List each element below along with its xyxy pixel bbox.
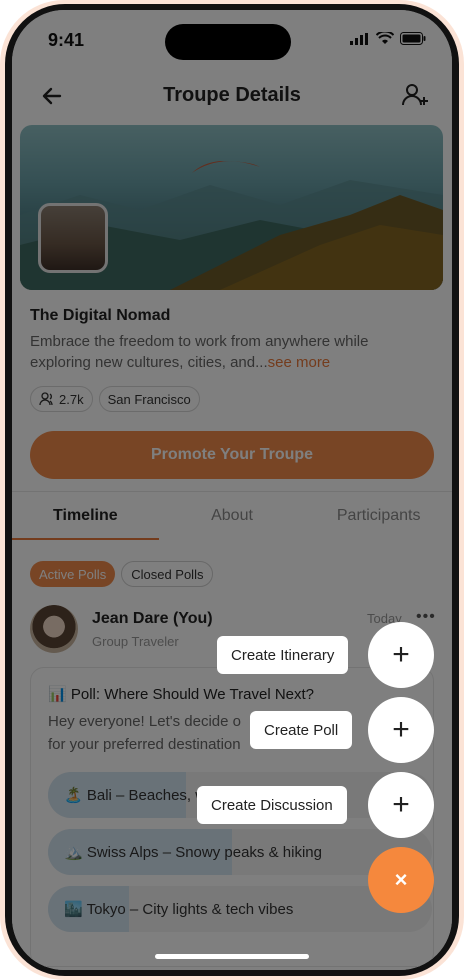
- create-poll-label[interactable]: Create Poll: [250, 711, 353, 749]
- home-indicator: [155, 954, 309, 959]
- create-discussion-button[interactable]: +: [368, 772, 434, 838]
- screen: 9:41 Troupe Details The Digital Nomad Em…: [12, 10, 452, 970]
- plus-icon: +: [392, 713, 410, 746]
- plus-icon: +: [392, 788, 410, 821]
- create-discussion-label[interactable]: Create Discussion: [197, 786, 347, 824]
- create-itinerary-button[interactable]: +: [368, 622, 434, 688]
- create-poll-button[interactable]: +: [368, 697, 434, 763]
- create-itinerary-label[interactable]: Create Itinerary: [217, 636, 349, 674]
- close-fab-button[interactable]: ×: [368, 847, 434, 913]
- plus-icon: +: [392, 638, 410, 671]
- close-icon: ×: [394, 867, 408, 892]
